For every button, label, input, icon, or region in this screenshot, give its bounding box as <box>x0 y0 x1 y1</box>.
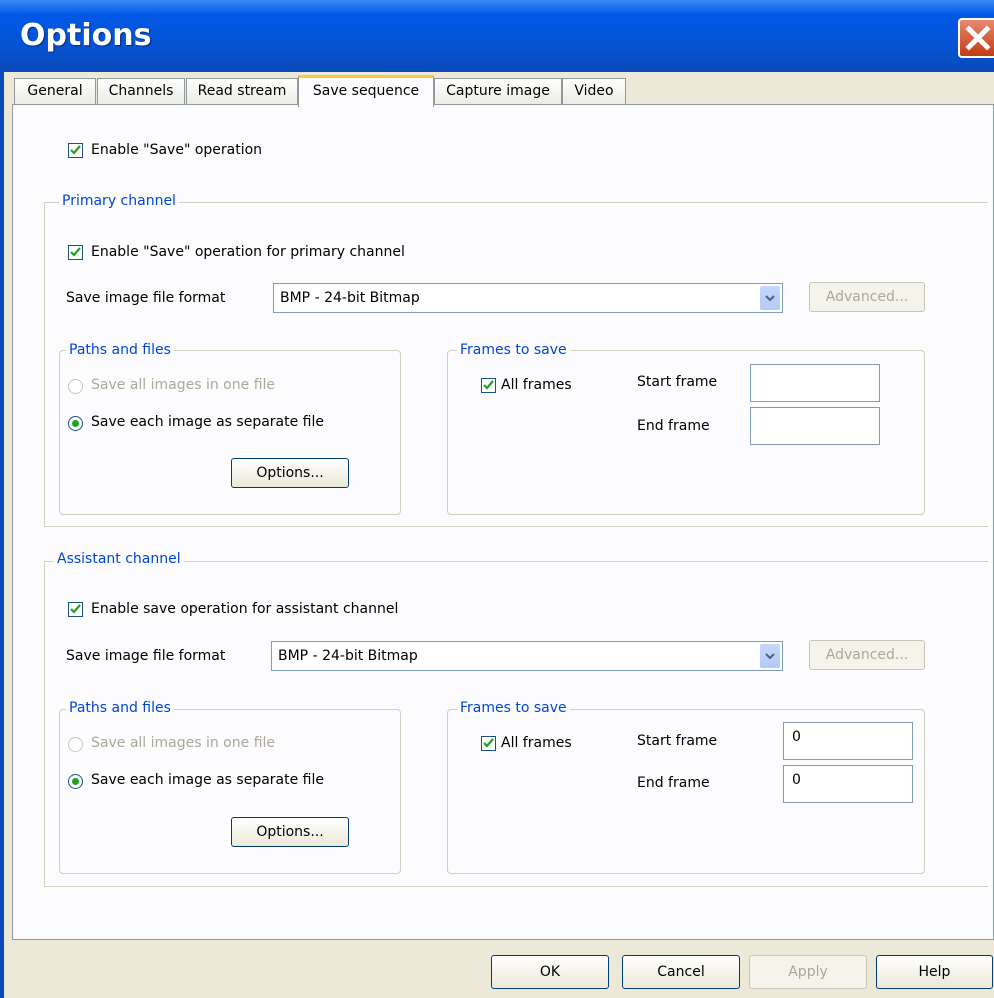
primary-group-border-bottom <box>44 526 988 527</box>
assistant-group-title: Assistant channel <box>54 551 184 567</box>
primary-enable-label: Enable "Save" operation for primary chan… <box>91 244 405 260</box>
assistant-end-frame-label: End frame <box>637 775 710 791</box>
apply-button[interactable]: Apply <box>749 955 867 989</box>
assistant-separate-label: Save each image as separate file <box>91 772 324 788</box>
assistant-group-border-bottom <box>44 886 988 887</box>
primary-frames-title: Frames to save <box>457 342 570 358</box>
assistant-end-frame-input[interactable]: 0 <box>783 765 913 803</box>
chevron-down-icon <box>760 286 780 310</box>
window-title: Options <box>20 18 152 53</box>
primary-options-button[interactable]: Options... <box>231 458 349 488</box>
primary-format-select[interactable]: BMP - 24-bit Bitmap <box>273 283 783 313</box>
primary-end-frame-input[interactable] <box>750 407 880 445</box>
check-icon <box>70 604 81 614</box>
primary-separate-label: Save each image as separate file <box>91 414 324 430</box>
primary-group-line <box>44 202 988 203</box>
assistant-options-button[interactable]: Options... <box>231 817 349 847</box>
assistant-group-border-left <box>44 561 45 887</box>
assistant-all-frames-label: All frames <box>501 735 572 751</box>
assistant-paths-group <box>59 709 401 874</box>
check-icon <box>70 145 81 155</box>
assistant-start-frame-input[interactable]: 0 <box>783 722 913 760</box>
primary-end-frame-label: End frame <box>637 418 710 434</box>
assistant-format-label: Save image file format <box>66 648 226 664</box>
assistant-one-file-label: Save all images in one file <box>91 735 276 751</box>
assistant-enable-checkbox[interactable] <box>68 602 83 617</box>
assistant-group-line <box>44 561 988 562</box>
assistant-advanced-button[interactable]: Advanced... <box>809 640 925 670</box>
close-button[interactable] <box>958 18 994 58</box>
assistant-one-file-radio[interactable] <box>68 737 83 752</box>
primary-all-frames-checkbox[interactable] <box>481 378 496 393</box>
chevron-down-icon <box>760 644 780 668</box>
check-icon <box>483 380 494 390</box>
primary-group-border-left <box>44 202 45 527</box>
primary-start-frame-label: Start frame <box>637 374 718 390</box>
window-frame <box>0 72 4 998</box>
primary-format-label: Save image file format <box>66 290 226 306</box>
primary-paths-title: Paths and files <box>66 342 174 358</box>
assistant-all-frames-checkbox[interactable] <box>481 736 496 751</box>
help-button[interactable]: Help <box>876 955 993 989</box>
tab-channels[interactable]: Channels <box>97 78 185 104</box>
check-icon <box>483 738 494 748</box>
tab-save-sequence[interactable]: Save sequence <box>298 75 434 107</box>
assistant-separate-radio[interactable] <box>68 774 83 789</box>
tab-video[interactable]: Video <box>562 78 626 104</box>
tab-capture-image[interactable]: Capture image <box>434 78 562 104</box>
primary-format-value: BMP - 24-bit Bitmap <box>280 290 420 306</box>
primary-start-frame-input[interactable] <box>750 364 880 402</box>
primary-paths-group <box>59 350 401 515</box>
primary-group-title: Primary channel <box>59 193 179 209</box>
enable-save-label: Enable "Save" operation <box>91 142 263 158</box>
primary-one-file-label: Save all images in one file <box>91 377 276 393</box>
assistant-start-frame-value: 0 <box>792 729 801 745</box>
assistant-end-frame-value: 0 <box>792 772 801 788</box>
assistant-frames-title: Frames to save <box>457 700 570 716</box>
tab-general[interactable]: General <box>14 78 96 104</box>
primary-advanced-button[interactable]: Advanced... <box>809 282 925 312</box>
primary-all-frames-label: All frames <box>501 377 572 393</box>
primary-separate-radio[interactable] <box>68 416 83 431</box>
check-icon <box>70 247 81 257</box>
cancel-button[interactable]: Cancel <box>622 955 740 989</box>
assistant-format-select[interactable]: BMP - 24-bit Bitmap <box>271 641 783 671</box>
tab-read-stream[interactable]: Read stream <box>186 78 298 104</box>
enable-save-checkbox[interactable] <box>68 143 83 158</box>
primary-enable-checkbox[interactable] <box>68 245 83 260</box>
assistant-paths-title: Paths and files <box>66 700 174 716</box>
assistant-enable-label: Enable save operation for assistant chan… <box>91 601 399 617</box>
assistant-format-value: BMP - 24-bit Bitmap <box>278 648 418 664</box>
primary-one-file-radio[interactable] <box>68 379 83 394</box>
ok-button[interactable]: OK <box>491 955 609 989</box>
close-icon <box>965 25 991 51</box>
assistant-start-frame-label: Start frame <box>637 733 718 749</box>
